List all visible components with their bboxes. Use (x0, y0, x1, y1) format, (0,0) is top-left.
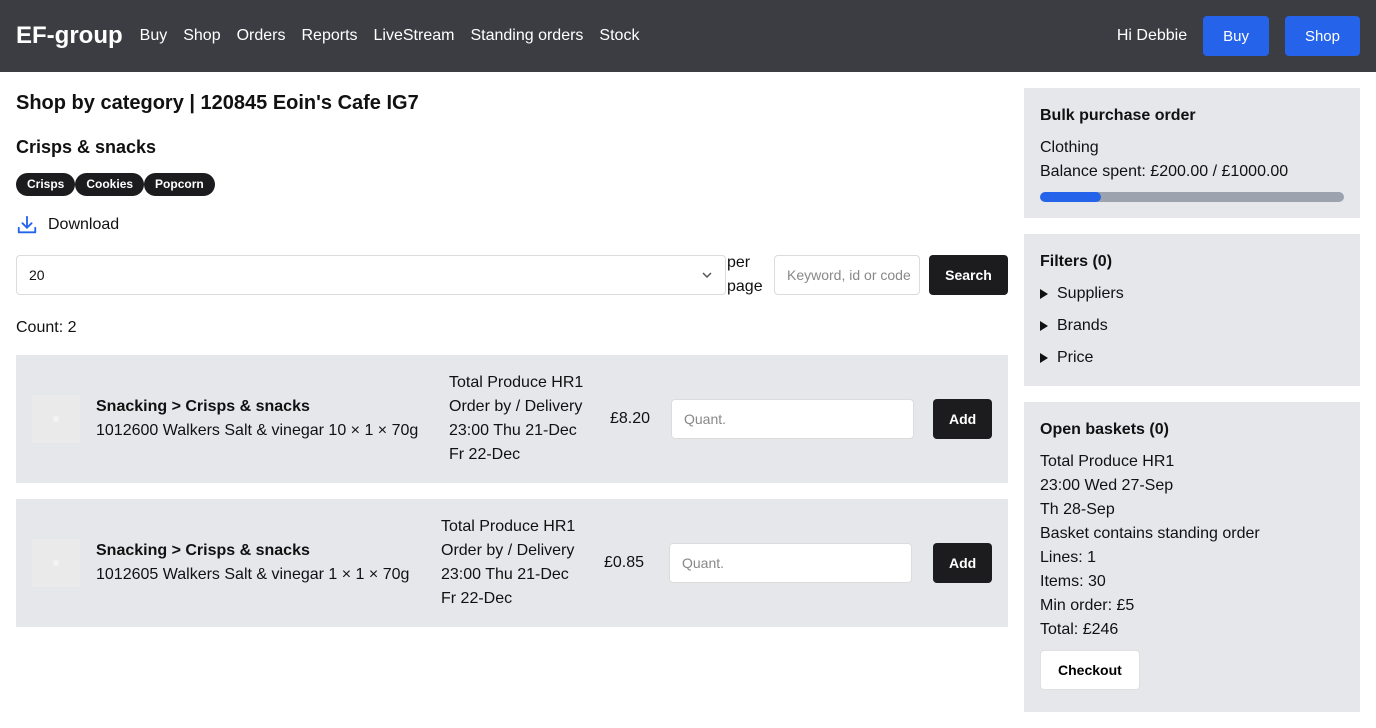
per-page-value: 20 (29, 267, 45, 283)
delivery-info: Total Produce HR1 Order by / Delivery 23… (449, 371, 610, 467)
product-name: 1012605 Walkers Salt & vinegar 1 × 1 × 7… (96, 566, 410, 583)
expand-triangle-icon (1040, 321, 1048, 331)
open-baskets-panel: Open baskets (0) Total Produce HR1 23:00… (1024, 402, 1360, 712)
filters-panel: Filters (0) Suppliers Brands Price (1024, 234, 1360, 386)
nav-link-reports[interactable]: Reports (302, 27, 358, 45)
chip-cookies[interactable]: Cookies (75, 173, 145, 196)
nav-link-standing-orders[interactable]: Standing orders (470, 27, 583, 45)
per-page-select[interactable]: 20 (16, 255, 726, 295)
product-info: Snacking > Crisps & snacks 1012600 Walke… (96, 395, 449, 443)
search-row: 20 per page Keyword, id or code Search (16, 254, 1008, 295)
quantity-input[interactable]: Quant. (671, 399, 914, 439)
basket-standing-order-note: Basket contains standing order (1040, 525, 1260, 542)
main-content: Shop by category | 120845 Eoin's Cafe IG… (16, 88, 1008, 627)
download-icon (17, 215, 37, 234)
nav-link-livestream[interactable]: LiveStream (374, 27, 455, 45)
bulk-order-panel: Bulk purchase order Clothing Balance spe… (1024, 88, 1360, 218)
bulk-order-balance: Balance spent: £200.00 / £1000.00 (1040, 163, 1289, 180)
open-baskets-title: Open baskets (0) (1040, 421, 1169, 438)
filter-label: Suppliers (1057, 285, 1124, 302)
top-navbar: EF-group Buy Shop Orders Reports LiveStr… (0, 0, 1376, 72)
quantity-input[interactable]: Quant. (669, 543, 912, 583)
basket-min-order: Min order: £5 (1040, 597, 1135, 614)
filter-label: Brands (1057, 317, 1108, 334)
delivery-info: Total Produce HR1 Order by / Delivery 23… (441, 515, 604, 611)
nav-link-orders[interactable]: Orders (237, 27, 286, 45)
add-button[interactable]: Add (933, 399, 992, 439)
basket-items: Items: 30 (1040, 573, 1106, 590)
expand-triangle-icon (1040, 353, 1048, 363)
balance-progress-bar (1040, 192, 1344, 202)
delivery-date: Fr 22-Dec (441, 590, 513, 607)
order-by-time: 23:00 Thu 21-Dec (449, 422, 577, 439)
download-link[interactable]: Download (16, 211, 1008, 239)
balance-progress-fill (1040, 192, 1101, 202)
category-title: Crisps & snacks (16, 137, 157, 157)
nav-link-buy[interactable]: Buy (140, 27, 168, 45)
chevron-down-icon (702, 272, 712, 279)
add-button[interactable]: Add (933, 543, 992, 583)
basket-total: Total: £246 (1040, 621, 1119, 638)
product-thumbnail (32, 539, 80, 587)
buy-button[interactable]: Buy (1203, 16, 1269, 56)
filter-suppliers[interactable]: Suppliers (1040, 282, 1344, 306)
filter-label: Price (1057, 349, 1094, 366)
filter-price[interactable]: Price (1040, 346, 1344, 370)
product-category: Snacking > Crisps & snacks (96, 398, 310, 415)
shop-button[interactable]: Shop (1284, 16, 1360, 56)
order-by-time: 23:00 Thu 21-Dec (441, 566, 569, 583)
nav-link-shop[interactable]: Shop (183, 27, 220, 45)
order-by-label: Order by / Delivery (441, 542, 575, 559)
chip-crisps[interactable]: Crisps (16, 173, 76, 196)
expand-triangle-icon (1040, 289, 1048, 299)
brand-logo[interactable]: EF-group (16, 22, 123, 50)
delivery-date: Fr 22-Dec (449, 446, 521, 463)
supplier-name: Total Produce HR1 (441, 518, 576, 535)
product-name: 1012600 Walkers Salt & vinegar 10 × 1 × … (96, 422, 419, 439)
supplier-name: Total Produce HR1 (449, 374, 584, 391)
checkout-button[interactable]: Checkout (1040, 650, 1140, 690)
product-thumbnail (32, 395, 80, 443)
user-greeting: Hi Debbie (1116, 27, 1188, 44)
basket-supplier: Total Produce HR1 (1040, 453, 1175, 470)
product-info: Snacking > Crisps & snacks 1012605 Walke… (96, 539, 441, 587)
order-by-label: Order by / Delivery (449, 398, 583, 415)
search-input[interactable]: Keyword, id or code (774, 255, 920, 295)
subcategory-chips: Crisps Cookies Popcorn (16, 173, 1008, 196)
basket-delivery: Th 28-Sep (1040, 501, 1115, 518)
product-price: £0.85 (604, 554, 645, 571)
page-title: Shop by category | 120845 Eoin's Cafe IG… (16, 92, 419, 114)
product-row: Snacking > Crisps & snacks 1012605 Walke… (16, 499, 1008, 627)
filters-title: Filters (0) (1040, 253, 1113, 270)
per-page-label: per page (727, 254, 763, 295)
product-row: Snacking > Crisps & snacks 1012600 Walke… (16, 355, 1008, 483)
basket-lines: Lines: 1 (1040, 549, 1097, 566)
navbar-right: Hi Debbie Buy Shop (1117, 16, 1360, 56)
bulk-order-title: Bulk purchase order (1040, 107, 1196, 124)
product-category: Snacking > Crisps & snacks (96, 542, 310, 559)
search-button[interactable]: Search (929, 255, 1008, 295)
download-label: Download (48, 216, 120, 233)
bulk-order-category: Clothing (1040, 139, 1099, 156)
nav-link-stock[interactable]: Stock (599, 27, 639, 45)
product-price: £8.20 (610, 410, 651, 427)
chip-popcorn[interactable]: Popcorn (144, 173, 215, 196)
basket-order-by: 23:00 Wed 27-Sep (1040, 477, 1174, 494)
sidebar: Bulk purchase order Clothing Balance spe… (1024, 88, 1360, 728)
result-count: Count: 2 (16, 319, 77, 336)
filter-brands[interactable]: Brands (1040, 314, 1344, 338)
